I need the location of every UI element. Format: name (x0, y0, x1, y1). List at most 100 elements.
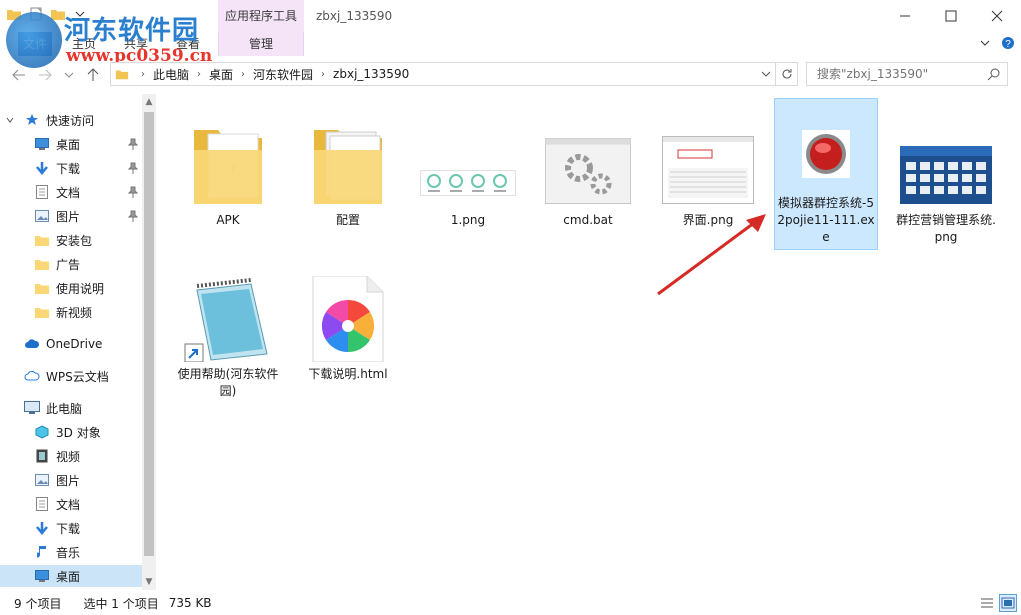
item-count: 9 个项目 (14, 596, 62, 611)
watermark-logo (6, 12, 62, 68)
file-item-selected[interactable]: 模拟器群控系统-52pojie11-111.exe (774, 98, 878, 250)
file-name: APK (216, 213, 240, 227)
forward-button[interactable] (36, 66, 54, 84)
minimize-button[interactable] (882, 0, 928, 32)
search-icon[interactable] (987, 67, 1001, 81)
pin-icon[interactable] (128, 186, 138, 198)
chevron-right-icon[interactable]: › (197, 69, 201, 80)
scrollbar-thumb[interactable] (144, 112, 154, 556)
batch-file-gears-icon (536, 102, 640, 208)
nav-onedrive[interactable]: OneDrive (0, 333, 142, 355)
file-item[interactable]: 下载说明.html (296, 256, 400, 383)
html-file-browser-icon (296, 256, 400, 362)
close-button[interactable] (974, 0, 1020, 32)
file-item[interactable]: 1.png (416, 102, 520, 229)
nav-item-desktop-selected[interactable]: 桌面 (0, 565, 142, 587)
address-row: › 此电脑 › 桌面 › 河东软件园 › zbxj_133590 (0, 62, 1021, 88)
recent-locations-button[interactable] (60, 66, 78, 84)
nav-item-documents[interactable]: 文档 (0, 181, 142, 203)
chevron-down-icon[interactable] (6, 116, 14, 124)
nav-label: 桌面 (56, 569, 81, 584)
folder-icon (34, 280, 50, 296)
file-item[interactable]: 使用帮助(河东软件园) (176, 256, 280, 400)
folder-icon (34, 304, 50, 320)
nav-item-videos[interactable]: 视频 (0, 445, 142, 467)
desktop-icon (34, 136, 50, 152)
nav-item-desktop[interactable]: 桌面 (0, 133, 142, 155)
help-icon[interactable]: ? (1001, 36, 1015, 50)
maximize-button[interactable] (928, 0, 974, 32)
file-item[interactable]: 配置 (296, 102, 400, 229)
breadcrumb-item[interactable]: 河东软件园 (253, 66, 313, 83)
breadcrumb-item[interactable]: zbxj_133590 (333, 67, 409, 81)
nav-label: 此电脑 (46, 401, 83, 416)
large-icons-view-icon (1001, 597, 1015, 609)
svg-text:?: ? (1005, 39, 1011, 50)
nav-quick-access[interactable]: 快速访问 (0, 109, 142, 131)
file-name: cmd.bat (563, 213, 613, 227)
tab-manage[interactable]: 管理 (218, 32, 304, 56)
view-toggle (978, 594, 1017, 612)
scroll-up-button[interactable]: ▲ (142, 94, 156, 110)
image-thumbnail-icon (416, 102, 520, 208)
nav-item-folder[interactable]: 安装包 (0, 229, 142, 251)
nav-item-downloads[interactable]: 下载 (0, 157, 142, 179)
cloud-icon (24, 336, 40, 352)
nav-label: 音乐 (56, 545, 81, 560)
breadcrumb-item[interactable]: 此电脑 (153, 66, 189, 83)
nav-this-pc[interactable]: 此电脑 (0, 397, 142, 419)
pin-icon[interactable] (128, 210, 138, 222)
large-icons-view-button[interactable] (999, 594, 1017, 612)
nav-item-3d-objects[interactable]: 3D 对象 (0, 421, 142, 443)
file-name: 模拟器群控系统-52pojie11-111.exe (777, 196, 875, 244)
file-list: ? APK 配置 (158, 94, 1021, 590)
details-view-button[interactable] (978, 594, 996, 612)
image-thumbnail-icon (894, 102, 998, 208)
refresh-button[interactable] (776, 62, 798, 86)
status-bar: 9 个项目 选中 1 个项目 735 KB (0, 591, 1021, 615)
chevron-down-icon[interactable] (761, 67, 771, 81)
folder-documents-icon (296, 102, 400, 208)
file-item[interactable]: cmd.bat (536, 102, 640, 229)
expand-ribbon-icon[interactable] (979, 37, 991, 49)
pin-icon[interactable] (128, 138, 138, 150)
breadcrumb-item[interactable]: 桌面 (209, 66, 233, 83)
image-thumbnail-icon (656, 102, 760, 208)
chevron-right-icon[interactable]: › (241, 69, 245, 80)
chevron-right-icon: › (141, 68, 145, 80)
nav-label: 图片 (56, 209, 81, 224)
notepad-shortcut-icon (176, 256, 280, 362)
arrow-left-icon (12, 69, 25, 81)
desktop-icon (34, 568, 50, 584)
nav-label: 安装包 (56, 233, 93, 248)
file-name: 群控营销管理系统.png (896, 213, 996, 244)
computer-icon (24, 400, 40, 416)
file-item[interactable]: 群控营销管理系统.png (894, 102, 998, 246)
nav-label: 快速访问 (46, 113, 95, 128)
arrow-right-icon (39, 69, 52, 81)
annotation-arrow (657, 214, 766, 296)
scroll-down-button[interactable]: ▼ (142, 574, 156, 590)
nav-item-pictures[interactable]: 图片 (0, 205, 142, 227)
chevron-right-icon[interactable]: › (321, 69, 325, 80)
nav-item-folder[interactable]: 使用说明 (0, 277, 142, 299)
search-box[interactable] (806, 62, 1008, 86)
search-input[interactable] (807, 63, 977, 85)
nav-scrollbar[interactable]: ▲ ▼ (142, 94, 156, 590)
back-button[interactable] (10, 66, 28, 84)
nav-item-documents[interactable]: 文档 (0, 493, 142, 515)
video-icon (34, 448, 50, 464)
nav-item-music[interactable]: 音乐 (0, 541, 142, 563)
file-item[interactable]: ? APK (176, 102, 280, 229)
folder-icon: ? (176, 102, 280, 208)
nav-item-folder[interactable]: 新视频 (0, 301, 142, 323)
nav-item-downloads[interactable]: 下载 (0, 517, 142, 539)
nav-item-pictures[interactable]: 图片 (0, 469, 142, 491)
watermark-site-name: 河东软件园 (64, 16, 200, 46)
address-bar[interactable]: › 此电脑 › 桌面 › 河东软件园 › zbxj_133590 (110, 62, 776, 86)
nav-label: 广告 (56, 257, 81, 272)
pin-icon[interactable] (128, 162, 138, 174)
nav-item-folder[interactable]: 广告 (0, 253, 142, 275)
up-button[interactable] (84, 66, 102, 84)
nav-wps-cloud[interactable]: WPS云文档 (0, 365, 142, 387)
